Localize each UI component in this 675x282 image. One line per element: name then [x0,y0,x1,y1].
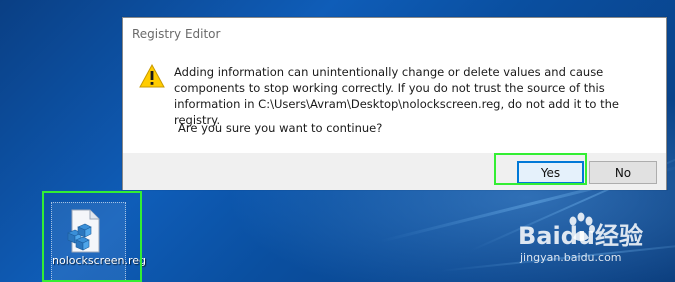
file-icon-highlight [42,191,142,282]
paw-icon [569,212,595,241]
no-button[interactable]: No [589,161,657,184]
dialog-question: Are you sure you want to continue? [178,121,383,135]
watermark-url: jingyan.baidu.com [520,251,622,264]
dialog-title: Registry Editor [132,27,221,41]
yes-button-highlight [494,153,587,185]
warning-icon [139,64,165,88]
dialog-message: Adding information can unintentionally c… [174,65,619,127]
baidu-watermark: Baidu经验 jingyan.baidu.com [514,212,664,272]
